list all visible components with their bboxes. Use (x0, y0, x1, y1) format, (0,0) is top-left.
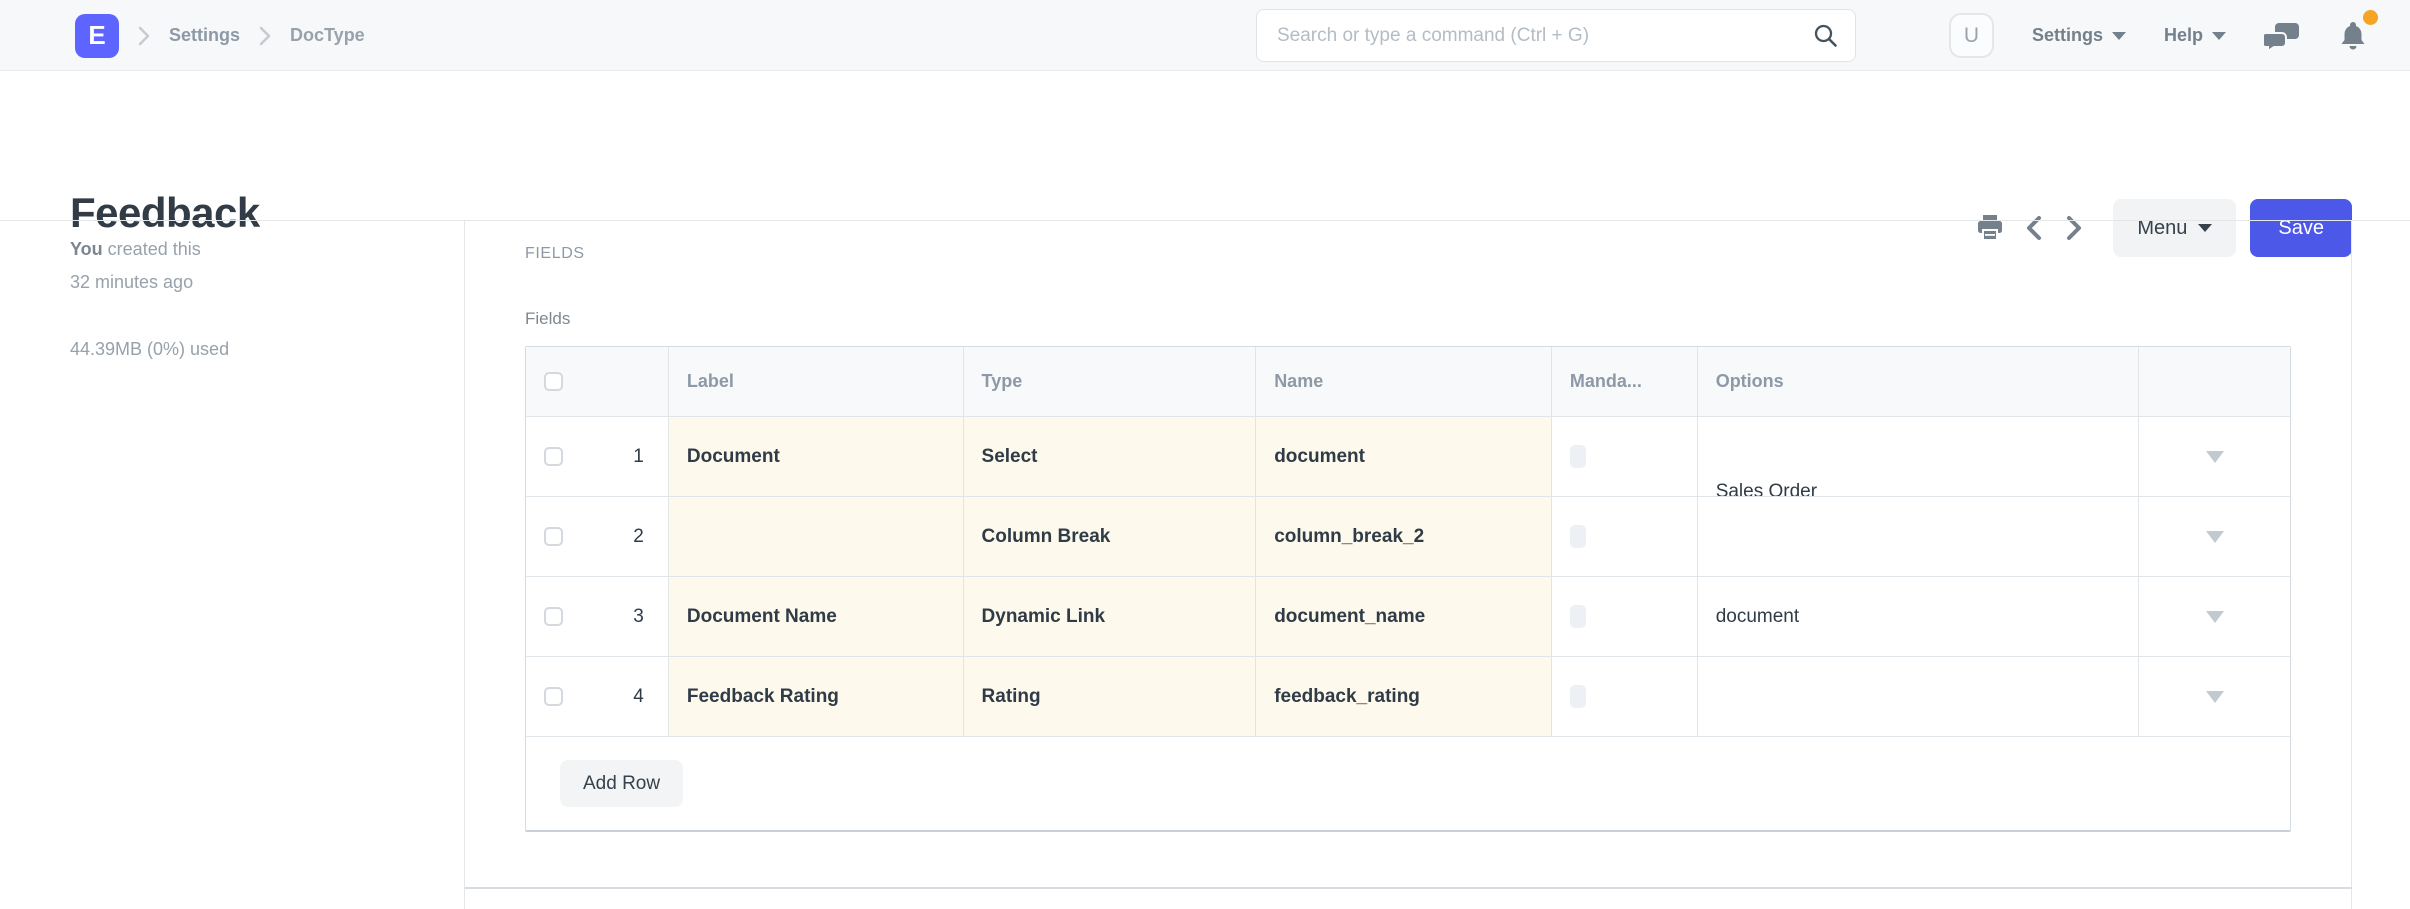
cell-label[interactable] (669, 497, 964, 576)
cell-options[interactable]: document (1698, 577, 2139, 656)
header-cell-label: Label (669, 347, 964, 416)
header-cell-actions (2139, 347, 2290, 416)
table-row: 4 Feedback Rating Rating feedback_rating (526, 657, 2290, 737)
app-logo[interactable]: E (75, 14, 119, 58)
row-index-cell: 4 (526, 657, 669, 736)
row-checkbox[interactable] (544, 687, 563, 706)
cell-label[interactable]: Document (669, 417, 964, 496)
row-checkbox[interactable] (544, 527, 563, 546)
cell-name[interactable]: column_break_2 (1256, 497, 1552, 576)
header-cell-name: Name (1256, 347, 1552, 416)
fields-grid: Label Type Name Manda... Options 1 Docum… (525, 346, 2291, 832)
section-divider (465, 887, 2352, 889)
row-checkbox[interactable] (544, 607, 563, 626)
header-cell-select (526, 347, 669, 416)
chat-icon[interactable] (2264, 21, 2300, 51)
breadcrumb-chevron-icon (135, 25, 153, 47)
row-index-cell: 1 (526, 417, 669, 496)
header-cell-options: Options (1698, 347, 2139, 416)
row-checkbox[interactable] (544, 447, 563, 466)
row-expand-toggle[interactable] (2139, 417, 2290, 496)
search-input[interactable] (1257, 25, 1812, 47)
row-expand-toggle[interactable] (2139, 657, 2290, 736)
breadcrumb-doctype[interactable]: DocType (290, 25, 365, 46)
storage-usage: 44.39MB (0%) used (70, 339, 424, 360)
search-icon[interactable] (1812, 22, 1839, 49)
add-row-button[interactable]: Add Row (560, 760, 683, 807)
cell-name[interactable]: document_name (1256, 577, 1552, 656)
select-all-checkbox[interactable] (544, 372, 563, 391)
header-cell-mandatory: Manda... (1552, 347, 1698, 416)
created-when: 32 minutes ago (70, 272, 193, 292)
row-index: 3 (633, 606, 644, 628)
cell-options[interactable] (1698, 657, 2139, 736)
created-by[interactable]: You (70, 239, 103, 259)
cell-options[interactable]: Sales Order (1698, 417, 2139, 496)
global-search (1256, 9, 1856, 62)
chevron-down-icon (2206, 611, 2224, 623)
row-expand-toggle[interactable] (2139, 577, 2290, 656)
cell-mandatory[interactable] (1552, 497, 1698, 576)
chevron-down-icon (2212, 32, 2226, 40)
cell-label[interactable]: Document Name (669, 577, 964, 656)
help-menu[interactable]: Help (2164, 25, 2226, 46)
row-index: 1 (633, 446, 644, 468)
table-row: 2 Column Break column_break_2 (526, 497, 2290, 577)
chevron-down-icon (2206, 451, 2224, 463)
user-avatar[interactable]: U (1949, 13, 1994, 58)
cell-name[interactable]: document (1256, 417, 1552, 496)
row-index: 4 (633, 686, 644, 708)
cell-label[interactable]: Feedback Rating (669, 657, 964, 736)
form-sidebar: You created this 32 minutes ago 44.39MB … (0, 221, 465, 909)
created-info: You created this 32 minutes ago (70, 233, 424, 299)
breadcrumb-chevron-icon (256, 25, 274, 47)
grid-header-row: Label Type Name Manda... Options (526, 347, 2290, 417)
mandatory-checkbox[interactable] (1570, 605, 1586, 628)
mandatory-checkbox[interactable] (1570, 685, 1586, 708)
cell-type[interactable]: Select (964, 417, 1257, 496)
navbar: E Settings DocType U Settings Help (0, 0, 2410, 71)
cell-mandatory[interactable] (1552, 417, 1698, 496)
mandatory-checkbox[interactable] (1570, 445, 1586, 468)
form-main: FIELDS Fields Label Type Name Manda... O… (465, 221, 2352, 909)
fields-table-label: Fields (525, 309, 570, 329)
notifications-bell-icon[interactable] (2338, 20, 2368, 52)
row-index-cell: 3 (526, 577, 669, 656)
cell-options[interactable] (1698, 497, 2139, 576)
form-body: You created this 32 minutes ago 44.39MB … (0, 220, 2410, 908)
cell-name[interactable]: feedback_rating (1256, 657, 1552, 736)
row-expand-toggle[interactable] (2139, 497, 2290, 576)
table-row: 3 Document Name Dynamic Link document_na… (526, 577, 2290, 657)
chevron-down-icon (2206, 531, 2224, 543)
row-index: 2 (633, 526, 644, 548)
page-head: Feedback Menu Save (0, 71, 2410, 220)
breadcrumb-settings[interactable]: Settings (169, 25, 240, 46)
chevron-down-icon (2206, 691, 2224, 703)
cell-type[interactable]: Rating (964, 657, 1257, 736)
cell-mandatory[interactable] (1552, 657, 1698, 736)
cell-type[interactable]: Column Break (964, 497, 1257, 576)
section-heading-fields: FIELDS (525, 245, 585, 263)
row-index-cell: 2 (526, 497, 669, 576)
settings-menu[interactable]: Settings (2032, 25, 2126, 46)
mandatory-checkbox[interactable] (1570, 525, 1586, 548)
chevron-down-icon (2112, 32, 2126, 40)
table-row: 1 Document Select document Sales Order (526, 417, 2290, 497)
notification-dot (2363, 10, 2378, 25)
cell-type[interactable]: Dynamic Link (964, 577, 1257, 656)
header-cell-type: Type (964, 347, 1257, 416)
grid-footer: Add Row (526, 737, 2290, 830)
cell-mandatory[interactable] (1552, 577, 1698, 656)
